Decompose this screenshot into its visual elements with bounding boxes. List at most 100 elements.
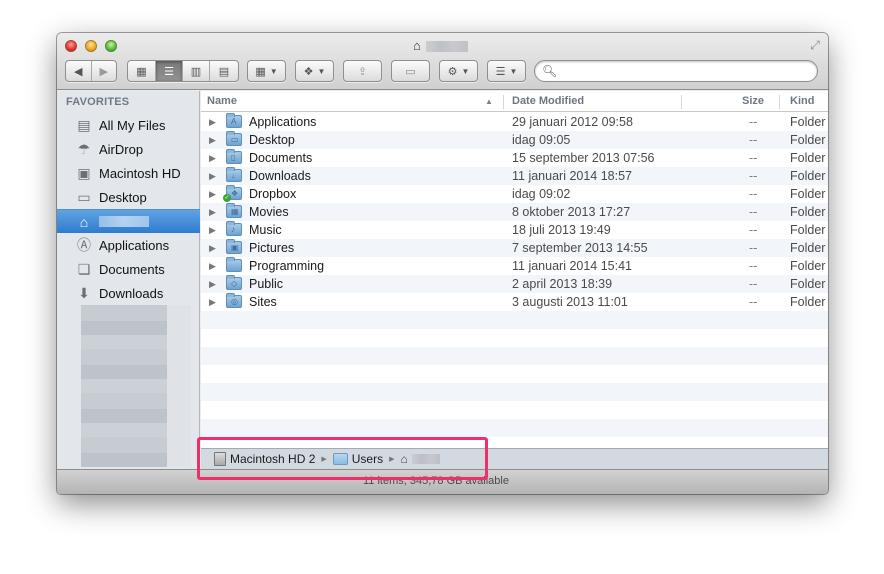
sidebar-item-all-my-files[interactable]: ▤ All My Files	[57, 113, 200, 137]
annotation-highlight-box	[197, 437, 488, 480]
file-size: --	[749, 151, 758, 165]
column-header-size[interactable]: Size	[742, 91, 764, 112]
file-kind: Folder	[790, 115, 826, 129]
fullscreen-icon[interactable]: ⤢	[808, 38, 822, 52]
column-divider[interactable]	[681, 95, 682, 109]
file-name: Public	[249, 277, 284, 291]
folder-glyph: ♪	[231, 225, 235, 234]
search-input[interactable]	[561, 64, 802, 78]
disclosure-triangle-icon[interactable]: ▶	[209, 189, 216, 200]
disclosure-triangle-icon[interactable]: ▶	[209, 207, 216, 218]
icon-view-icon: ▦	[136, 65, 147, 78]
file-name: Dropbox	[249, 187, 297, 201]
sidebar-item-documents[interactable]: ❏ Documents	[57, 257, 200, 281]
hard-drive-icon: ▣	[77, 164, 91, 181]
file-name: Pictures	[249, 241, 295, 255]
file-name: Programming	[249, 259, 325, 273]
minimize-window-button[interactable]	[85, 40, 97, 52]
title-bar: ⌂ ⤢ ◀ ▶ ▦ ☰ ▥ ▤ ▦ ▼ ❖ ▼ ⇪ ▭ ⚙ ▼ ☰ ▼ 🔍︎	[57, 33, 828, 90]
column-header-kind[interactable]: Kind	[790, 91, 814, 112]
arrange-button[interactable]: ▦ ▼	[247, 60, 286, 82]
sidebar: FAVORITES ▤ All My Files ☂ AirDrop ▣ Mac…	[57, 91, 200, 469]
file-row-public[interactable]: ▶ ◇ Public 2 april 2013 18:39 -- Folder	[201, 275, 828, 293]
file-row-music[interactable]: ▶ ♪ Music 18 juli 2013 19:49 -- Folder	[201, 221, 828, 239]
file-row-movies[interactable]: ▶ ▦ Movies 8 oktober 2013 17:27 -- Folder	[201, 203, 828, 221]
column-divider[interactable]	[779, 95, 780, 109]
file-size: --	[749, 205, 758, 219]
back-button[interactable]: ◀	[66, 61, 92, 81]
folder-icon: ◇	[226, 275, 242, 290]
file-kind: Folder	[790, 259, 826, 273]
coverflow-view-icon: ▤	[218, 65, 230, 78]
column-divider[interactable]	[503, 95, 504, 109]
disclosure-triangle-icon[interactable]: ▶	[209, 261, 216, 272]
disclosure-triangle-icon[interactable]: ▶	[209, 243, 216, 254]
disclosure-triangle-icon[interactable]: ▶	[209, 171, 216, 182]
file-kind: Folder	[790, 169, 826, 183]
airdrop-icon: ☂	[77, 140, 91, 157]
disclosure-triangle-icon[interactable]: ▶	[209, 153, 216, 164]
sidebar-item-downloads[interactable]: ⬇ Downloads	[57, 281, 200, 305]
file-date-modified: 18 juli 2013 19:49	[512, 223, 611, 237]
column-header-name[interactable]: Name	[207, 91, 497, 112]
action-button[interactable]: ⚙ ▼	[439, 60, 478, 82]
disclosure-triangle-icon[interactable]: ▶	[209, 279, 216, 290]
file-size: --	[749, 133, 758, 147]
file-size: --	[749, 187, 758, 201]
empty-row	[201, 329, 828, 347]
list-view-button[interactable]: ☰	[156, 61, 183, 81]
coverflow-view-button[interactable]: ▤	[210, 61, 238, 81]
disclosure-triangle-icon[interactable]: ▶	[209, 117, 216, 128]
forward-button[interactable]: ▶	[92, 61, 117, 81]
sync-check-icon: ✓	[223, 194, 231, 202]
file-row-applications[interactable]: ▶ A Applications 29 januari 2012 09:58 -- Fol…	[201, 113, 828, 131]
sidebar-item-label: AirDrop	[99, 141, 144, 157]
file-row-desktop[interactable]: ▶ ▭ Desktop idag 09:05 -- Folder	[201, 131, 828, 149]
close-window-button[interactable]	[65, 40, 77, 52]
folder-glyph: ▯	[231, 153, 236, 162]
sidebar-item-desktop[interactable]: ▭ Desktop	[57, 185, 200, 209]
list-view-icon: ☰	[164, 65, 174, 78]
file-date-modified: 7 september 2013 14:55	[512, 241, 648, 255]
redacted-sidebar-region	[81, 305, 191, 467]
share-button[interactable]: ⇪	[343, 60, 382, 82]
file-row-downloads[interactable]: ▶ ↓ Downloads 11 januari 2014 18:57 -- Folder	[201, 167, 828, 185]
column-header-date-modified[interactable]: Date Modified	[512, 91, 584, 112]
file-kind: Folder	[790, 187, 826, 201]
tags-button[interactable]: ▭	[391, 60, 430, 82]
file-row-pictures[interactable]: ▶ ▣ Pictures 7 september 2013 14:55 -- Folder	[201, 239, 828, 257]
sidebar-item-macintosh-hd[interactable]: ▣ Macintosh HD	[57, 161, 200, 185]
file-row-dropbox[interactable]: ▶ ❖ ✓ Dropbox idag 09:02 -- Folder	[201, 185, 828, 203]
file-row-programming[interactable]: ▶ Programming 11 januari 2014 15:41 -- Folde…	[201, 257, 828, 275]
file-date-modified: idag 09:05	[512, 133, 571, 147]
disclosure-triangle-icon[interactable]: ▶	[209, 135, 216, 146]
file-size: --	[749, 259, 758, 273]
window-title: ⌂	[413, 38, 468, 54]
file-row-sites[interactable]: ▶ ◎ Sites 3 augusti 2013 11:01 -- Folder	[201, 293, 828, 311]
file-name: Applications	[249, 115, 317, 129]
zoom-window-button[interactable]	[105, 40, 117, 52]
back-forward-control: ◀ ▶	[65, 60, 117, 82]
view-switcher: ▦ ☰ ▥ ▤	[127, 60, 239, 82]
disclosure-triangle-icon[interactable]: ▶	[209, 297, 216, 308]
sidebar-item-home[interactable]: ⌂	[57, 209, 200, 233]
search-field[interactable]: 🔍︎	[534, 60, 818, 82]
dropbox-button[interactable]: ❖ ▼	[295, 60, 334, 82]
sidebar-item-airdrop[interactable]: ☂ AirDrop	[57, 137, 200, 161]
file-name: Sites	[249, 295, 277, 309]
back-arrow-icon: ◀	[74, 65, 83, 78]
file-kind: Folder	[790, 205, 826, 219]
gear-icon: ⚙	[447, 65, 458, 78]
column-view-button[interactable]: ▥	[183, 61, 210, 81]
file-row-documents[interactable]: ▶ ▯ Documents 15 september 2013 07:56 -- Fold…	[201, 149, 828, 167]
file-name: Music	[249, 223, 282, 237]
sidebar-item-applications[interactable]: Ⓐ Applications	[57, 233, 200, 257]
sidebar-item-label: Macintosh HD	[99, 165, 181, 181]
arrange-by-button[interactable]: ☰ ▼	[487, 60, 526, 82]
disclosure-triangle-icon[interactable]: ▶	[209, 225, 216, 236]
file-size: --	[749, 169, 758, 183]
icon-view-button[interactable]: ▦	[128, 61, 156, 81]
documents-icon: ❏	[77, 260, 91, 277]
folder-icon	[226, 257, 242, 272]
file-date-modified: 11 januari 2014 15:41	[512, 259, 633, 273]
